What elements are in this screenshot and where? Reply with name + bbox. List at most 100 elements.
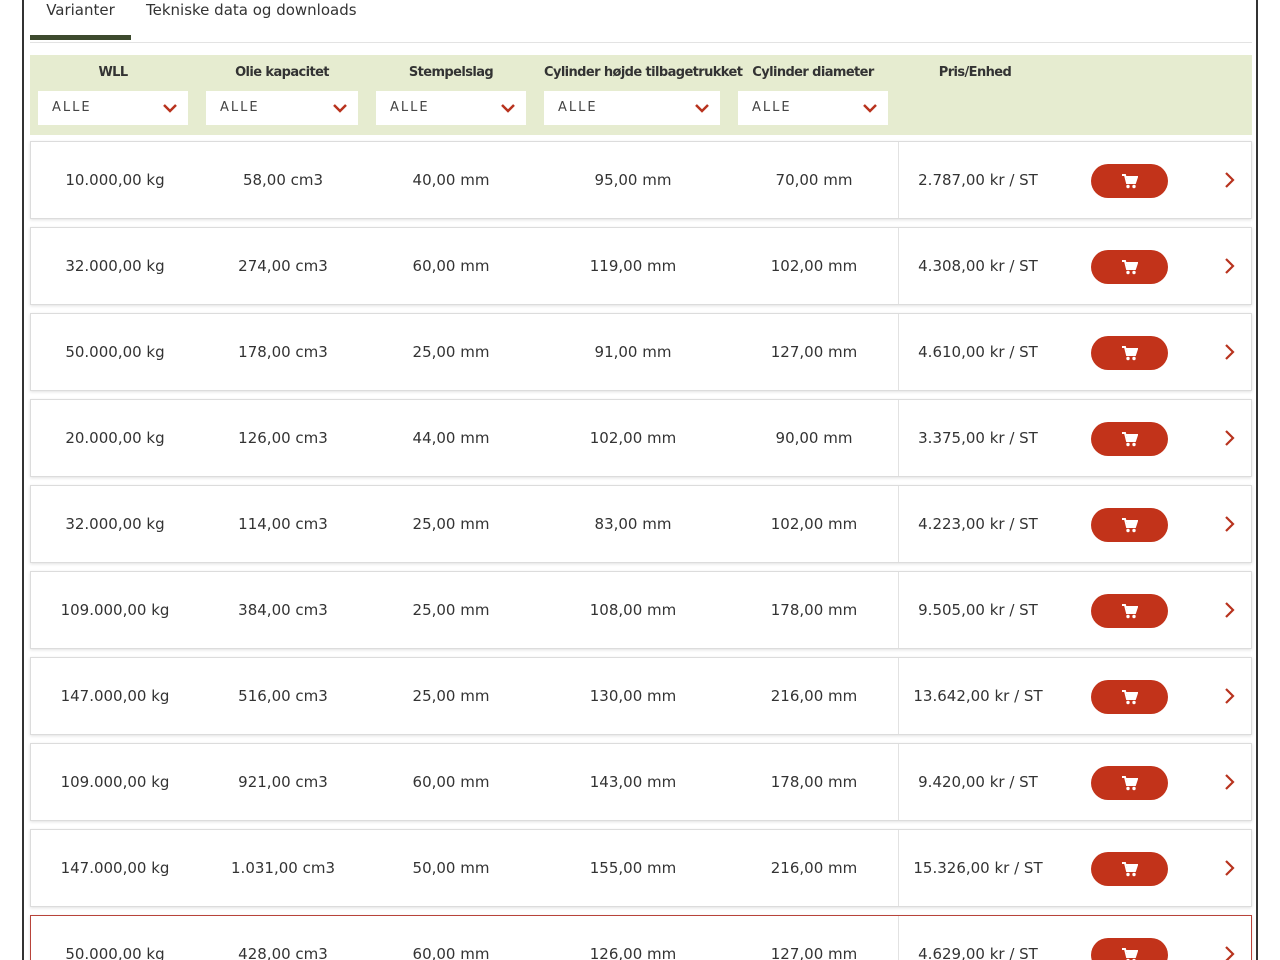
add-to-cart-button[interactable] bbox=[1091, 938, 1168, 960]
cylinder-height-cell: 119,00 mm bbox=[589, 257, 677, 275]
chevron-right-icon[interactable] bbox=[1223, 772, 1235, 792]
add-to-cart-button[interactable] bbox=[1091, 594, 1168, 628]
price-divider bbox=[898, 142, 899, 218]
price-cell: 4.223,00 kr / ST bbox=[918, 515, 1038, 533]
filter-bar: WLL ALLE Olie kapacitet ALLE Stempelslag… bbox=[30, 55, 1252, 135]
shopping-cart-icon bbox=[1122, 604, 1138, 619]
table-row[interactable]: 32.000,00 kg 274,00 cm3 60,00 mm 119,00 mm 1… bbox=[30, 227, 1252, 305]
stroke-cell: 60,00 mm bbox=[412, 257, 490, 275]
price-cell: 13.642,00 kr / ST bbox=[913, 687, 1043, 705]
chevron-right-icon[interactable] bbox=[1223, 514, 1235, 534]
add-to-cart-button[interactable] bbox=[1091, 852, 1168, 886]
cylinder-height-cell: 91,00 mm bbox=[594, 343, 672, 361]
price-divider bbox=[898, 572, 899, 648]
oil-capacity-cell: 428,00 cm3 bbox=[238, 945, 328, 960]
stroke-select[interactable]: ALLE bbox=[376, 91, 526, 125]
wll-cell: 147.000,00 kg bbox=[60, 687, 170, 705]
tab-bar: Varianter Tekniske data og downloads bbox=[30, 0, 1252, 43]
oil-select[interactable]: ALLE bbox=[206, 91, 358, 125]
wll-cell: 50.000,00 kg bbox=[65, 343, 165, 361]
table-row[interactable]: 109.000,00 kg 384,00 cm3 25,00 mm 108,00 mm… bbox=[30, 571, 1252, 649]
select-value: ALLE bbox=[558, 100, 598, 115]
cylinder-diameter-cell: 102,00 mm bbox=[770, 257, 858, 275]
price-cell: 4.308,00 kr / ST bbox=[918, 257, 1038, 275]
price-divider bbox=[898, 830, 899, 906]
table-row[interactable]: 147.000,00 kg 1.031,00 cm3 50,00 mm 155,00 … bbox=[30, 829, 1252, 907]
cylinder-diameter-cell: 127,00 mm bbox=[770, 343, 858, 361]
price-divider bbox=[898, 228, 899, 304]
chevron-right-icon[interactable] bbox=[1223, 170, 1235, 190]
filter-stroke: Stempelslag ALLE bbox=[376, 55, 526, 135]
page-frame: Varianter Tekniske data og downloads WLL… bbox=[22, 0, 1258, 960]
tab-varianter[interactable]: Varianter bbox=[30, 0, 131, 40]
column-header-stroke: Stempelslag bbox=[408, 65, 494, 80]
oil-capacity-cell: 516,00 cm3 bbox=[238, 687, 328, 705]
price-cell: 3.375,00 kr / ST bbox=[918, 429, 1038, 447]
table-row[interactable]: 50.000,00 kg 428,00 cm3 60,00 mm 126,00 mm 1… bbox=[30, 915, 1252, 960]
price-divider bbox=[898, 400, 899, 476]
chevron-down-icon bbox=[333, 104, 347, 113]
chevron-right-icon[interactable] bbox=[1223, 944, 1235, 960]
stroke-cell: 40,00 mm bbox=[412, 171, 490, 189]
table-row[interactable]: 109.000,00 kg 921,00 cm3 60,00 mm 143,00 mm… bbox=[30, 743, 1252, 821]
table-row[interactable]: 32.000,00 kg 114,00 cm3 25,00 mm 83,00 mm 10… bbox=[30, 485, 1252, 563]
cylinder-height-cell: 126,00 mm bbox=[589, 945, 677, 960]
add-to-cart-button[interactable] bbox=[1091, 680, 1168, 714]
wll-cell: 109.000,00 kg bbox=[60, 601, 170, 619]
price-divider bbox=[898, 744, 899, 820]
price-cell: 9.505,00 kr / ST bbox=[918, 601, 1038, 619]
cylinder-diameter-cell: 216,00 mm bbox=[770, 687, 858, 705]
cylinder-height-cell: 95,00 mm bbox=[594, 171, 672, 189]
stroke-cell: 44,00 mm bbox=[412, 429, 490, 447]
price-cell: 4.629,00 kr / ST bbox=[918, 945, 1038, 960]
price-divider bbox=[898, 658, 899, 734]
chevron-right-icon[interactable] bbox=[1223, 600, 1235, 620]
filter-wll: WLL ALLE bbox=[38, 55, 188, 135]
oil-capacity-cell: 114,00 cm3 bbox=[238, 515, 328, 533]
chevron-right-icon[interactable] bbox=[1223, 428, 1235, 448]
add-to-cart-button[interactable] bbox=[1091, 164, 1168, 198]
shopping-cart-icon bbox=[1122, 432, 1138, 447]
shopping-cart-icon bbox=[1122, 518, 1138, 533]
wll-cell: 10.000,00 kg bbox=[65, 171, 165, 189]
oil-capacity-cell: 126,00 cm3 bbox=[238, 429, 328, 447]
add-to-cart-button[interactable] bbox=[1091, 250, 1168, 284]
column-header-wll: WLL bbox=[98, 65, 128, 80]
price-divider bbox=[898, 486, 899, 562]
chevron-right-icon[interactable] bbox=[1223, 342, 1235, 362]
wll-select[interactable]: ALLE bbox=[38, 91, 188, 125]
height-select[interactable]: ALLE bbox=[544, 91, 720, 125]
table-row[interactable]: 147.000,00 kg 516,00 cm3 25,00 mm 130,00 mm… bbox=[30, 657, 1252, 735]
cylinder-height-cell: 102,00 mm bbox=[589, 429, 677, 447]
shopping-cart-icon bbox=[1122, 862, 1138, 877]
chevron-right-icon[interactable] bbox=[1223, 858, 1235, 878]
wll-cell: 147.000,00 kg bbox=[60, 859, 170, 877]
select-value: ALLE bbox=[752, 100, 792, 115]
oil-capacity-cell: 921,00 cm3 bbox=[238, 773, 328, 791]
add-to-cart-button[interactable] bbox=[1091, 336, 1168, 370]
oil-capacity-cell: 178,00 cm3 bbox=[238, 343, 328, 361]
column-header-price: Pris/Enhed bbox=[938, 65, 1012, 80]
tab-tekniske-data[interactable]: Tekniske data og downloads bbox=[146, 0, 357, 40]
price-divider bbox=[898, 916, 899, 960]
table-row[interactable]: 10.000,00 kg 58,00 cm3 40,00 mm 95,00 mm 70,… bbox=[30, 141, 1252, 219]
stroke-cell: 50,00 mm bbox=[412, 859, 490, 877]
stroke-cell: 25,00 mm bbox=[412, 515, 490, 533]
table-row[interactable]: 20.000,00 kg 126,00 cm3 44,00 mm 102,00 mm 9… bbox=[30, 399, 1252, 477]
diameter-select[interactable]: ALLE bbox=[738, 91, 888, 125]
price-cell: 2.787,00 kr / ST bbox=[918, 171, 1038, 189]
oil-capacity-cell: 58,00 cm3 bbox=[242, 171, 324, 189]
filter-diameter: Cylinder diameter ALLE bbox=[738, 55, 888, 135]
price-column: Pris/Enhed bbox=[910, 55, 1040, 135]
table-row[interactable]: 50.000,00 kg 178,00 cm3 25,00 mm 91,00 mm 12… bbox=[30, 313, 1252, 391]
chevron-down-icon bbox=[501, 104, 515, 113]
chevron-right-icon[interactable] bbox=[1223, 256, 1235, 276]
cylinder-diameter-cell: 178,00 mm bbox=[770, 773, 858, 791]
shopping-cart-icon bbox=[1122, 174, 1138, 189]
add-to-cart-button[interactable] bbox=[1091, 422, 1168, 456]
chevron-down-icon bbox=[695, 104, 709, 113]
add-to-cart-button[interactable] bbox=[1091, 766, 1168, 800]
chevron-right-icon[interactable] bbox=[1223, 686, 1235, 706]
cylinder-diameter-cell: 90,00 mm bbox=[775, 429, 853, 447]
add-to-cart-button[interactable] bbox=[1091, 508, 1168, 542]
